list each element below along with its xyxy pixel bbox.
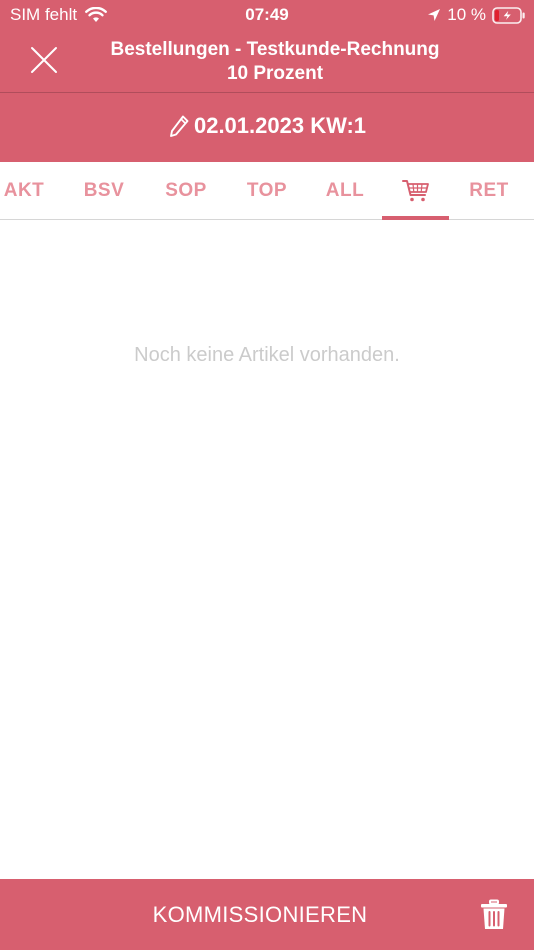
trash-icon [481,899,507,929]
tab-top[interactable]: TOP [233,162,301,219]
tab-label: AKT [3,179,45,201]
empty-state-message: Noch keine Artikel vorhanden. [134,344,400,366]
tab-label: SOP [165,179,207,201]
cart-icon [401,179,429,201]
app-header: SIM fehlt 07:49 10 % Bestellungen - Test… [0,0,534,162]
tab-label: BSV [83,179,125,201]
tab-label: ALL [325,179,365,201]
order-date: 02.01.2023 KW:1 [193,113,367,138]
tab-all[interactable]: ALL [311,162,379,219]
tab-bsv[interactable]: BSV [70,162,138,219]
battery-charging-icon [492,6,525,24]
status-right: 10 % [427,5,526,25]
kommissionieren-button[interactable]: KOMMISSIONIEREN [60,879,460,950]
tab-bar: AKT BSV SOP TOP ALL RET [0,162,534,220]
location-arrow-icon [428,9,441,21]
page-title: Bestellungen - Testkunde-Rechnung 10 Pro… [90,38,460,86]
page-title-line2: 10 Prozent [226,63,324,84]
tab-label: RET [469,179,509,201]
close-button[interactable] [22,38,66,82]
tab-ret[interactable]: RET [456,162,522,219]
battery-percent: 10 % [447,5,486,24]
pencil-icon [170,115,189,137]
page-title-line1: Bestellungen - Testkunde-Rechnung [110,39,440,60]
date-selector[interactable]: 02.01.2023 KW:1 [0,108,534,144]
tab-label: TOP [246,179,288,201]
header-divider [0,92,534,93]
tab-akt[interactable]: AKT [0,162,48,219]
tab-sop[interactable]: SOP [152,162,220,219]
delete-button[interactable] [472,897,516,933]
close-icon [31,47,57,73]
status-bar: SIM fehlt 07:49 10 % [0,0,534,30]
bottom-action-bar: KOMMISSIONIEREN [0,879,534,950]
tab-cart[interactable] [382,162,449,220]
active-tab-indicator [382,216,449,220]
